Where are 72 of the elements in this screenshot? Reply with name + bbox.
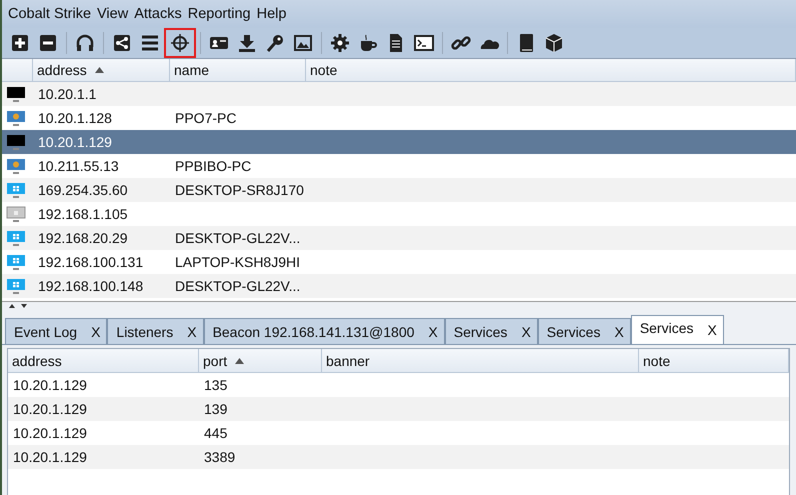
host-row[interactable]: 192.168.20.29 DESKTOP-GL22V... (2, 226, 796, 250)
tab[interactable]: Listeners X (107, 318, 204, 344)
monitor-icon (6, 86, 26, 102)
address-cell: 10.20.1.129 (38, 134, 112, 150)
host-row[interactable]: 169.254.35.60 DESKTOP-SR8J170 (2, 178, 796, 202)
name-cell: PPBIBO-PC (175, 158, 252, 174)
tab-label[interactable]: Listeners (116, 324, 174, 340)
tab[interactable]: Event Log X (5, 318, 108, 344)
table-cell: 10.20.1.129 (13, 449, 87, 465)
column-header[interactable]: note (639, 349, 789, 372)
table-cell: 10.20.1.129 (13, 401, 87, 417)
address-cell: 192.168.20.29 (38, 230, 128, 246)
tab-label[interactable]: Services (546, 324, 600, 340)
table-cell: 10.20.1.129 (13, 425, 87, 441)
table-cell: 139 (204, 401, 228, 417)
address-cell: 192.168.100.148 (38, 278, 144, 294)
table-cell: 445 (204, 425, 228, 441)
address-cell: 10.211.55.13 (38, 158, 119, 174)
monitor-icon (6, 254, 26, 270)
monitor-icon (6, 158, 26, 174)
address-cell: 192.168.1.105 (38, 206, 128, 222)
column-header[interactable]: address (8, 349, 199, 372)
name-cell: PPO7-PC (175, 110, 236, 126)
monitor-icon (6, 182, 26, 198)
host-row[interactable]: 192.168.100.148 DESKTOP-GL22V... (2, 274, 796, 298)
column-header[interactable]: note (306, 59, 796, 81)
host-row[interactable]: 10.20.1.1 (2, 82, 796, 106)
sort-arrow-icon (94, 67, 104, 73)
monitor-icon (6, 278, 26, 294)
column-header[interactable]: name (170, 59, 306, 81)
close-tab-button[interactable]: X (187, 324, 197, 340)
address-cell: 10.20.1.128 (38, 110, 112, 126)
address-cell: 10.20.1.1 (38, 86, 96, 102)
monitor-icon (6, 206, 26, 222)
close-tab-button[interactable]: X (521, 324, 531, 340)
name-cell: DESKTOP-GL22V... (175, 278, 300, 294)
host-row[interactable]: 10.20.1.129 (2, 130, 796, 154)
close-tab-button[interactable]: X (614, 324, 624, 340)
tab-label[interactable]: Event Log (14, 324, 78, 340)
menu-item[interactable]: Attacks (132, 6, 186, 22)
close-tab-button[interactable]: X (428, 324, 438, 340)
collapse-arrows-icon[interactable] (8, 303, 28, 309)
menu-item[interactable]: Reporting (186, 6, 255, 22)
table-cell: 135 (204, 377, 228, 393)
name-cell: DESKTOP-GL22V... (175, 230, 300, 246)
address-cell: 169.254.35.60 (38, 182, 128, 198)
tab[interactable]: Services X (538, 318, 631, 344)
crosshair-icon[interactable] (164, 28, 196, 58)
menu-item[interactable]: Help (254, 6, 290, 22)
settings-icon[interactable] (328, 31, 352, 55)
monitor-icon (6, 230, 26, 246)
tab-label[interactable]: Services (454, 324, 508, 340)
tab-label[interactable]: Services (640, 320, 694, 336)
column-header[interactable]: address (33, 59, 170, 81)
table-cell: 10.20.1.129 (13, 377, 87, 393)
monitor-icon (6, 110, 26, 126)
tab-label[interactable]: Beacon 192.168.141.131@1800 (212, 324, 414, 340)
address-cell: 192.168.100.131 (38, 254, 144, 270)
tab[interactable]: Services X (444, 318, 538, 344)
column-header[interactable]: port (199, 349, 322, 372)
sort-arrow-icon (235, 358, 244, 364)
tab[interactable]: Services X (630, 315, 724, 344)
menu-item[interactable]: View (95, 6, 132, 22)
tab[interactable]: Beacon 192.168.141.131@1800 X (204, 318, 445, 344)
menu-item[interactable]: Cobalt Strike (6, 6, 96, 22)
monitor-icon (6, 134, 26, 150)
column-header[interactable]: banner (322, 349, 639, 372)
close-tab-button[interactable]: X (91, 324, 100, 340)
name-cell: LAPTOP-KSH8J9HI (175, 254, 300, 270)
close-tab-button[interactable]: X (708, 322, 717, 338)
table-cell: 3389 (204, 449, 236, 465)
name-cell: DESKTOP-SR8J170 (175, 182, 304, 198)
